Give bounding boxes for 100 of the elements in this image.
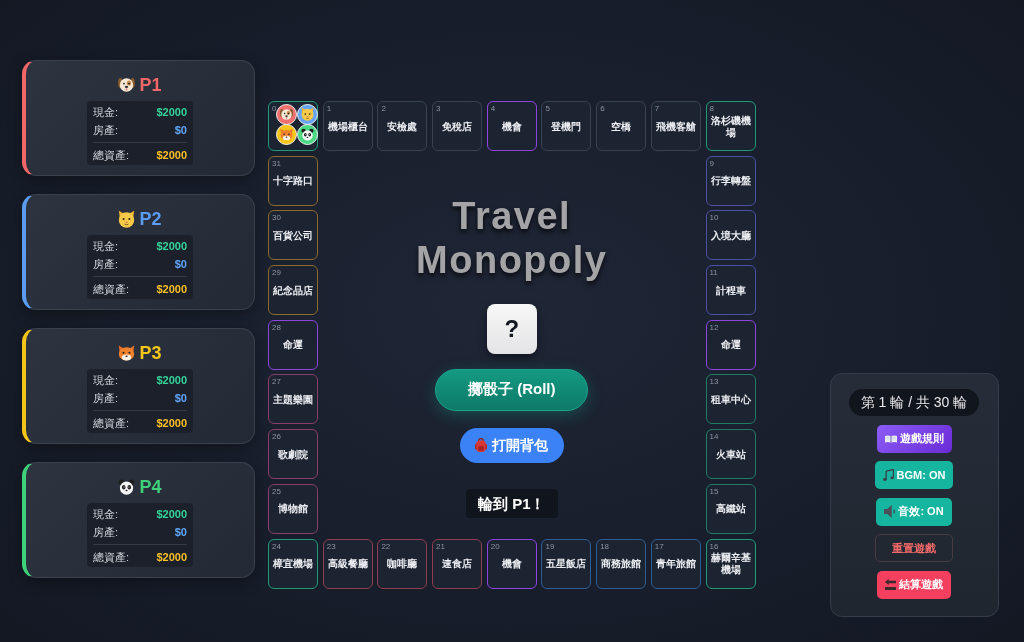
tile-number: 2 bbox=[380, 103, 386, 113]
tile-name: 命運 bbox=[283, 339, 303, 352]
stat-value: $2000 bbox=[156, 282, 187, 297]
tile-number: 22 bbox=[380, 540, 391, 551]
game-title: Travel Monopoly bbox=[415, 193, 609, 282]
tile-name: 安檢處 bbox=[387, 120, 418, 133]
stat-value: $2000 bbox=[156, 416, 187, 431]
tile-name: 青年旅館 bbox=[655, 558, 696, 570]
tile-name: 速食店 bbox=[442, 558, 473, 570]
tile-name: 火車站 bbox=[715, 448, 746, 461]
tile-name: 赫爾辛基機場 bbox=[709, 552, 752, 576]
stat-label: 房產: bbox=[93, 391, 119, 406]
stat-value: $2000 bbox=[156, 373, 187, 388]
tile-number: 14 bbox=[708, 431, 719, 442]
cat-face-icon bbox=[118, 210, 136, 228]
stat-value: $0 bbox=[174, 123, 187, 138]
tile-number: 31 bbox=[271, 157, 281, 168]
fox-face-icon bbox=[118, 345, 136, 361]
tile-name: 紀念品店 bbox=[273, 284, 313, 297]
stat-value: $2000 bbox=[156, 239, 187, 254]
tile-number: 18 bbox=[599, 540, 610, 551]
tile-name: 空橋 bbox=[611, 120, 632, 133]
stat-label: 房產: bbox=[93, 123, 119, 138]
tile-number: 9 bbox=[708, 157, 714, 168]
tile-number: 8 bbox=[708, 103, 714, 113]
stat-value: $0 bbox=[174, 525, 187, 540]
end-game-button[interactable]: 結算遊戲 bbox=[877, 570, 951, 599]
tile-name: 歌劇院 bbox=[278, 448, 308, 461]
tile-number: 25 bbox=[271, 485, 281, 496]
roll-dice-button[interactable]: 擲骰子 (Roll) bbox=[435, 368, 589, 411]
tile-name: 五星飯店 bbox=[546, 558, 587, 570]
dog-face-icon bbox=[118, 78, 136, 92]
tile-number: 28 bbox=[271, 321, 281, 332]
back-arrow-icon bbox=[885, 579, 896, 590]
tile-name: 洛杉磯機場 bbox=[709, 114, 752, 139]
dice: ? bbox=[486, 303, 537, 354]
tile-name: 高級餐廳 bbox=[327, 558, 368, 570]
tile-number: 10 bbox=[708, 212, 719, 223]
panda-face-icon bbox=[118, 479, 136, 495]
tile-number: 24 bbox=[271, 540, 281, 551]
tile-number: 23 bbox=[325, 540, 336, 551]
speaker-icon bbox=[884, 505, 896, 518]
tile-name: 咖啡廳 bbox=[387, 558, 418, 570]
tile-number: 4 bbox=[489, 103, 496, 113]
player-name: P2 bbox=[139, 209, 162, 229]
stat-label: 總資產: bbox=[93, 550, 130, 565]
tile-number: 5 bbox=[544, 103, 550, 113]
stat-value: $0 bbox=[174, 257, 187, 272]
tile-number: 7 bbox=[653, 103, 660, 113]
player-name: P4 bbox=[139, 477, 162, 497]
stat-label: 房產: bbox=[93, 525, 119, 540]
rules-button[interactable]: 遊戲規則 bbox=[876, 424, 952, 453]
book-icon bbox=[884, 434, 897, 443]
backpack-icon bbox=[475, 438, 488, 453]
tile-name: 商務旅館 bbox=[601, 558, 642, 570]
dog-face-icon bbox=[279, 108, 293, 120]
backpack-button[interactable]: 打開背包 bbox=[459, 427, 564, 463]
tile-name: 飛機客艙 bbox=[655, 120, 696, 133]
tile-number: 3 bbox=[435, 103, 441, 113]
stat-label: 現金: bbox=[93, 507, 119, 522]
tile-number: 11 bbox=[708, 267, 718, 278]
player-name: P1 bbox=[139, 75, 162, 95]
stat-label: 現金: bbox=[93, 105, 119, 120]
tile-name: 十字路口 bbox=[273, 175, 313, 188]
tile-name: 行李轉盤 bbox=[710, 175, 751, 188]
tile-number: 27 bbox=[271, 376, 281, 387]
stat-label: 現金: bbox=[93, 373, 119, 388]
stat-label: 總資產: bbox=[93, 282, 130, 297]
tile-number: 12 bbox=[708, 321, 719, 332]
tile-number: 0 bbox=[271, 103, 277, 113]
tile-name: 租車中心 bbox=[710, 393, 751, 406]
round-counter: 第 1 輪 / 共 30 輪 bbox=[848, 389, 980, 416]
stat-value: $2000 bbox=[156, 507, 187, 522]
tile-number: 30 bbox=[271, 212, 281, 223]
tile-number: 26 bbox=[271, 431, 281, 442]
tile-number: 20 bbox=[489, 540, 500, 551]
turn-message: 輪到 P1！ bbox=[466, 488, 558, 518]
tile-name: 機會 bbox=[501, 558, 522, 570]
tile-number: 16 bbox=[708, 540, 719, 551]
tile-name: 機會 bbox=[501, 120, 522, 133]
tile-name: 百貨公司 bbox=[273, 229, 313, 242]
tile-name: 計程車 bbox=[715, 284, 746, 297]
tile-number: 19 bbox=[544, 540, 555, 551]
tile-number: 15 bbox=[708, 485, 719, 496]
tile-name: 機場櫃台 bbox=[327, 120, 368, 133]
sound-toggle-button[interactable]: 音效: ON bbox=[876, 497, 952, 526]
stat-value: $2000 bbox=[156, 105, 187, 120]
tile-number: 17 bbox=[653, 540, 664, 551]
tile-number: 6 bbox=[599, 103, 605, 113]
tile-name: 博物館 bbox=[278, 503, 308, 516]
tile-name: 命運 bbox=[720, 339, 741, 352]
tile-name: 樟宜機場 bbox=[273, 558, 313, 570]
stat-value: $0 bbox=[174, 391, 187, 406]
bgm-toggle-button[interactable]: BGM: ON bbox=[874, 461, 954, 489]
player-name: P3 bbox=[139, 343, 162, 363]
reset-button[interactable]: 重置遊戲 bbox=[875, 534, 953, 562]
stat-label: 房產: bbox=[93, 257, 119, 272]
tile-number: 21 bbox=[435, 540, 445, 551]
stat-label: 總資產: bbox=[93, 148, 130, 163]
tile-number: 29 bbox=[271, 267, 281, 278]
